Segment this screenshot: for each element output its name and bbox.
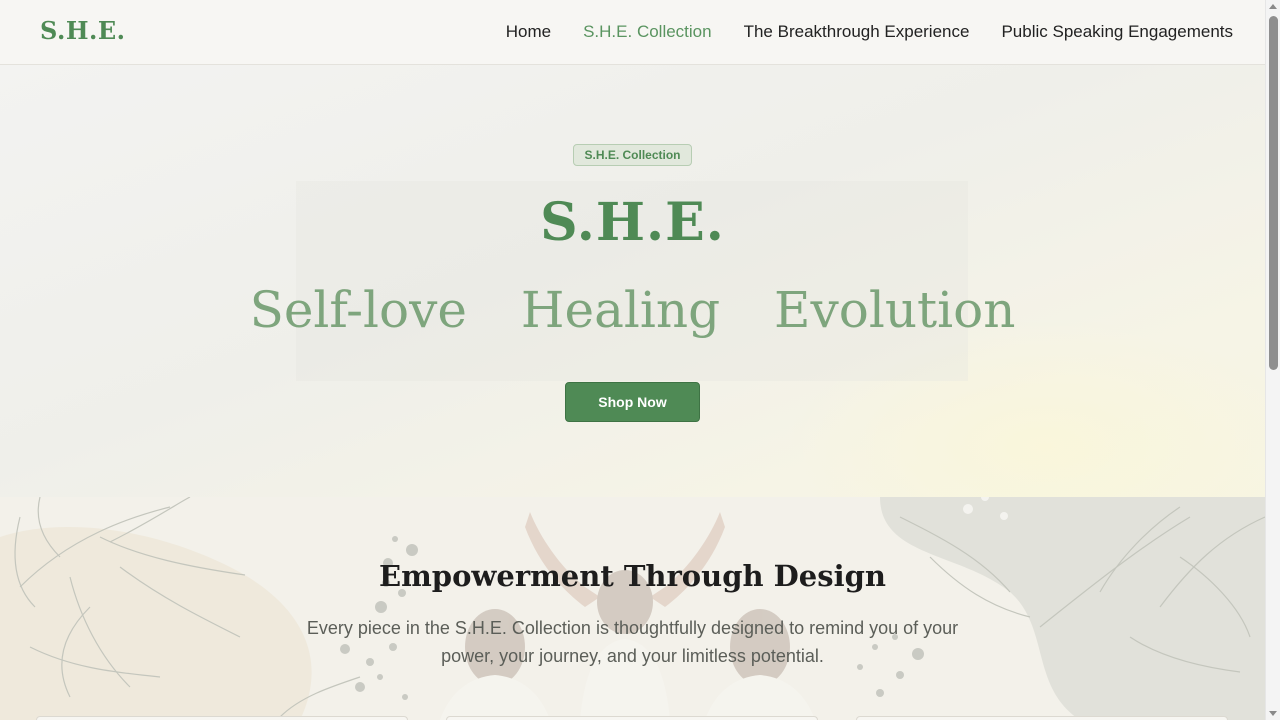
nav-link-home[interactable]: Home (506, 22, 551, 42)
scroll-down-arrow-icon[interactable] (1269, 711, 1277, 716)
collection-badge: S.H.E. Collection (573, 144, 692, 166)
empowerment-section: Empowerment Through Design Every piece i… (0, 497, 1265, 720)
product-card[interactable] (446, 716, 818, 720)
site-logo[interactable]: S.H.E. (40, 16, 126, 45)
scrollbar-thumb[interactable] (1269, 16, 1278, 370)
scroll-up-arrow-icon[interactable] (1269, 4, 1277, 9)
botanical-illustration (0, 497, 1265, 720)
site-header: S.H.E. Home S.H.E. Collection The Breakt… (0, 0, 1265, 65)
hero-title: S.H.E. (540, 192, 725, 253)
tagline-word-healing: Healing (520, 281, 721, 339)
product-card[interactable] (36, 716, 408, 720)
product-card[interactable] (856, 716, 1228, 720)
shop-now-button[interactable]: Shop Now (565, 382, 700, 422)
page-scrollbar[interactable] (1265, 0, 1280, 720)
nav-link-she-collection[interactable]: S.H.E. Collection (583, 22, 712, 42)
hero-tagline: Self-love Healing Evolution (0, 281, 1265, 339)
main-nav: Home S.H.E. Collection The Breakthrough … (506, 22, 1233, 42)
nav-link-breakthrough-experience[interactable]: The Breakthrough Experience (744, 22, 970, 42)
tagline-word-evolution: Evolution (773, 281, 1016, 339)
section-title: Empowerment Through Design (379, 559, 886, 593)
nav-link-public-speaking[interactable]: Public Speaking Engagements (1001, 22, 1233, 42)
hero-section: S.H.E. Collection S.H.E. Self-love Heali… (0, 65, 1265, 497)
tagline-word-self-love: Self-love (249, 281, 467, 339)
section-description: Every piece in the S.H.E. Collection is … (306, 618, 959, 666)
